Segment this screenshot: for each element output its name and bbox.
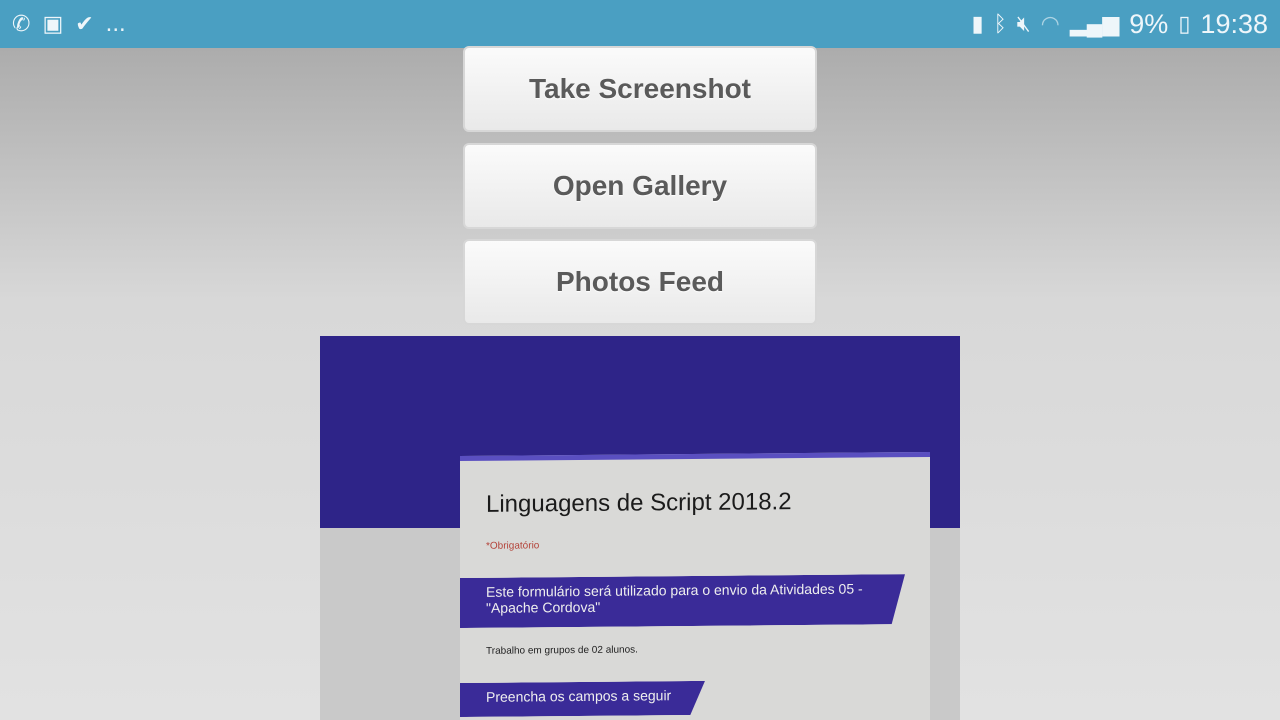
status-bar: ✆ ▣ ✔ ... ▮ ᛒ 🔇︎ ◠ ▂▄▆ 9% ▯ 19:38 <box>0 0 1280 48</box>
clock: 19:38 <box>1200 8 1268 39</box>
photo-section-banner: Preencha os campos a seguir <box>460 681 705 717</box>
battery-percent: 9% <box>1129 8 1169 39</box>
photo-description-banner: Este formulário será utilizado para o en… <box>460 574 905 628</box>
whatsapp-icon: ✆ <box>12 11 31 36</box>
photos-feed-button[interactable]: Photos Feed <box>463 239 817 325</box>
more-notifications: ... <box>105 10 126 37</box>
check-icon: ✔ <box>75 11 94 36</box>
wifi-icon: ◠ <box>1040 11 1060 36</box>
bluetooth-icon: ᛒ <box>993 11 1007 36</box>
gallery-icon: ▣ <box>42 11 64 36</box>
photo-form-card: Linguagens de Script 2018.2 *Obrigatório… <box>460 451 930 720</box>
photo-note: Trabalho em grupos de 02 alunos. <box>486 644 638 657</box>
battery-saver-icon: ▮ <box>971 11 984 36</box>
mute-icon: 🔇︎ <box>1016 11 1031 36</box>
take-screenshot-button[interactable]: Take Screenshot <box>463 46 817 132</box>
signal-icon: ▂▄▆ <box>1069 11 1120 36</box>
battery-charging-icon: ▯ <box>1178 11 1191 36</box>
photo-form-title: Linguagens de Script 2018.2 <box>486 488 792 518</box>
photo-preview: Linguagens de Script 2018.2 *Obrigatório… <box>320 336 960 720</box>
open-gallery-button[interactable]: Open Gallery <box>463 143 817 229</box>
photo-required-label: *Obrigatório <box>486 540 540 552</box>
